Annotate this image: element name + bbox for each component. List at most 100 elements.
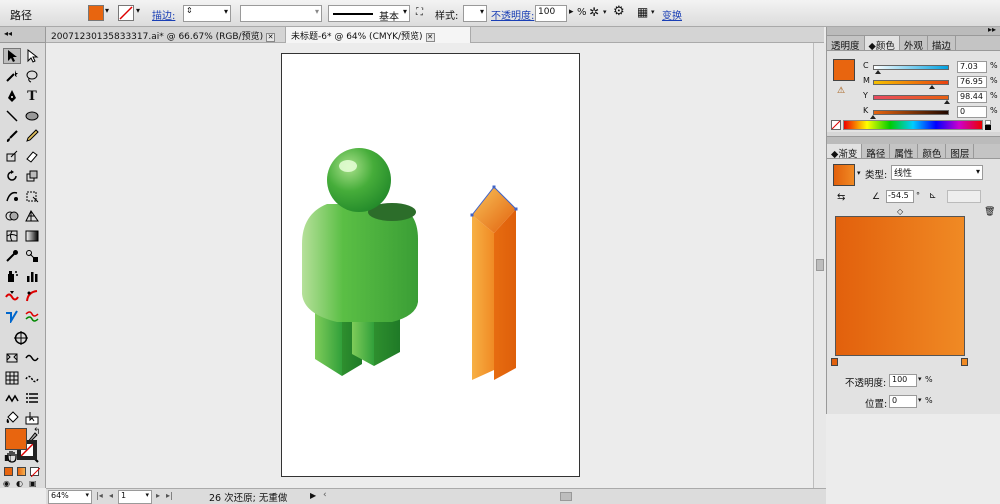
stroke-none-swatch[interactable] (118, 5, 134, 21)
vertical-scrollbar[interactable] (813, 43, 826, 488)
lasso-tool-icon[interactable] (23, 68, 41, 84)
type-tool-icon[interactable]: T (23, 88, 41, 104)
zoom-select[interactable]: 64% ▾ (48, 490, 92, 504)
panel-dock-header[interactable]: ▸▸ (827, 25, 1000, 36)
stop-opacity-field[interactable]: 100 (889, 374, 917, 387)
wave-icon[interactable] (23, 350, 41, 366)
direct-selection-tool-icon[interactable] (23, 48, 41, 64)
graphic-style-select[interactable]: ▾ (463, 5, 487, 22)
black-swatch[interactable] (985, 125, 991, 130)
opacity-menu-arrow[interactable]: ▸ (569, 7, 574, 17)
gradient-type-select[interactable]: 线性 ▾ (891, 165, 983, 180)
line-tool-icon[interactable] (3, 108, 21, 124)
eraser-tool-icon[interactable] (23, 148, 41, 164)
gradient-stop-right[interactable] (961, 358, 968, 366)
gradient-tool-icon[interactable] (23, 228, 41, 244)
stop-position-field[interactable]: 0 (889, 395, 917, 408)
draw-behind-icon[interactable]: ◐ (16, 479, 23, 488)
angle-field[interactable]: -54.5 (886, 190, 914, 203)
brush-definition-select[interactable]: 基本 ▾ (328, 5, 410, 23)
shape-builder-tool-icon[interactable] (3, 208, 21, 224)
variable-width-select[interactable]: ▾ (240, 5, 322, 22)
scale-tool-icon[interactable] (23, 168, 41, 184)
warp-tool-icon[interactable] (3, 188, 21, 204)
tab-attributes[interactable]: 属性 (890, 144, 919, 160)
channel-value[interactable]: 0 (957, 106, 987, 118)
chevron-down-icon[interactable]: ▾ (136, 6, 140, 15)
stroke-weight-field[interactable]: ⇕ ▾ (183, 5, 231, 22)
eyedropper-tool-icon[interactable] (3, 248, 21, 264)
fill-color-box[interactable] (5, 428, 27, 450)
channel-value[interactable]: 76.95 (957, 76, 987, 88)
selection-tool-icon[interactable] (3, 48, 21, 64)
tab-layers[interactable]: 图层 (946, 144, 975, 160)
gradient-mode-swatch[interactable] (17, 467, 26, 476)
tab-pathfinder[interactable]: 路径 (862, 144, 891, 160)
dashed-wave-icon[interactable] (23, 370, 41, 386)
reshape-tool-icon[interactable] (3, 308, 21, 324)
curvature-tool-icon[interactable] (23, 288, 41, 304)
tab-appearance[interactable]: 外观 (900, 36, 928, 52)
last-page-icon[interactable]: ▸| (166, 491, 173, 500)
width-tool-icon[interactable] (3, 288, 21, 304)
scroll-thumb[interactable] (816, 259, 824, 271)
artboard[interactable] (281, 53, 580, 477)
blend-tool-icon[interactable] (23, 248, 41, 264)
toolbox-header[interactable]: ◂◂ (0, 27, 46, 43)
pen-tool-icon[interactable] (3, 88, 21, 104)
slider-thumb[interactable] (944, 100, 951, 104)
magic-wand-icon[interactable]: ✲ (589, 5, 599, 19)
scroll-left-icon[interactable]: ‹ (323, 490, 327, 500)
symbol-sprayer-tool-icon[interactable] (3, 268, 21, 284)
default-colors-icon[interactable]: ◧ (4, 453, 12, 462)
slider-thumb[interactable] (870, 115, 876, 119)
gradient-stop-left[interactable] (831, 358, 838, 366)
channel-value[interactable]: 7.03 (957, 61, 987, 73)
chevron-down-icon[interactable]: ▾ (603, 8, 607, 16)
horizontal-scroll-thumb[interactable] (560, 492, 572, 501)
magic-wand-tool-icon[interactable] (3, 68, 21, 84)
tab-color[interactable]: ◆颜色 (864, 36, 900, 52)
tab-color-2[interactable]: 颜色 (918, 144, 947, 160)
pencil-tool-icon[interactable] (23, 128, 41, 144)
slider-thumb[interactable] (875, 70, 882, 74)
collapse-icon[interactable]: ▸▸ (988, 25, 996, 34)
opacity-link[interactable]: 不透明度: (491, 7, 534, 22)
recolor-icon[interactable]: ⛶ (416, 7, 423, 18)
slider-y[interactable]: Y 98.44 % (863, 91, 999, 104)
slider-thumb[interactable] (928, 85, 935, 89)
artboard-tool-icon[interactable] (3, 350, 21, 366)
midpoint-diamond-icon[interactable]: ◇ (897, 207, 903, 216)
aspect-ratio-field[interactable] (947, 190, 981, 203)
fill-swatch[interactable] (88, 5, 104, 21)
tab-gradient[interactable]: ◆渐变 (827, 144, 863, 160)
trash-icon[interactable]: 🗑 (984, 207, 995, 217)
chevron-down-icon[interactable]: ▾ (105, 6, 109, 15)
color-mode-swatch[interactable] (4, 467, 13, 476)
none-mode-swatch[interactable] (30, 467, 40, 477)
transform-link[interactable]: 变换 (662, 7, 682, 22)
gear-icon[interactable]: ⚙ (613, 4, 625, 19)
chevron-down-icon[interactable]: ▾ (918, 375, 922, 383)
status-menu-arrow[interactable]: ▶ (310, 491, 316, 500)
live-paint-selection-icon[interactable] (23, 410, 41, 426)
warning-icon[interactable]: ⚠ (837, 86, 845, 96)
color-spectrum-bar[interactable] (843, 120, 983, 130)
first-page-icon[interactable]: |◂ (96, 491, 103, 500)
collapse-icon[interactable]: ◂◂ (4, 29, 12, 38)
none-color-icon[interactable] (831, 120, 841, 130)
gradient-preview-swatch[interactable] (833, 164, 855, 186)
column-graph-tool-icon[interactable] (23, 268, 41, 284)
close-icon[interactable]: ✕ (425, 33, 435, 42)
doc-tab-2[interactable]: 未标题-6* @ 64% (CMYK/预览) ✕ (286, 27, 471, 43)
swap-icon[interactable]: ↰ (33, 427, 41, 437)
screen-mode-icon[interactable]: ▣ (29, 479, 37, 488)
aspect-ratio-icon[interactable]: ⊾ (929, 191, 937, 201)
chevron-down-icon[interactable]: ▾ (651, 8, 655, 16)
close-icon[interactable]: ✕ (266, 33, 276, 42)
gradient-ramp[interactable] (835, 216, 965, 356)
prev-page-icon[interactable]: ◂ (109, 491, 113, 500)
list-icon[interactable] (23, 390, 41, 406)
perspective-grid-tool-icon[interactable] (23, 208, 41, 224)
align-icon[interactable]: ▦ (637, 5, 648, 19)
